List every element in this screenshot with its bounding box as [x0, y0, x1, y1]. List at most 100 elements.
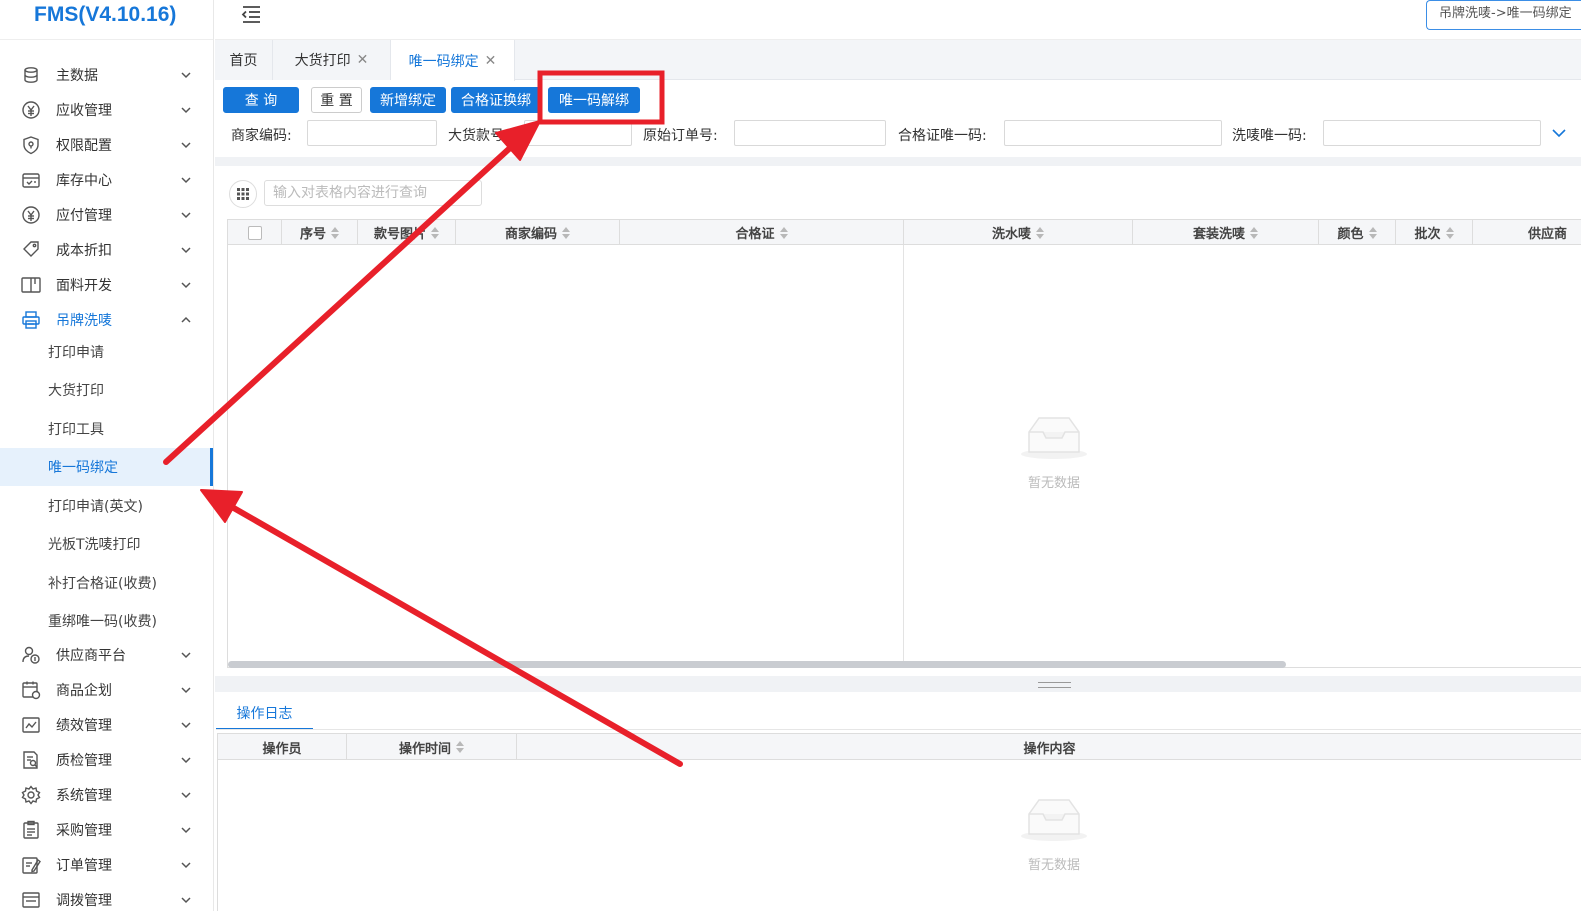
bulk-style-no-input[interactable]	[524, 120, 632, 146]
chevron-down-icon	[178, 67, 194, 83]
reset-button[interactable]: 重 置	[311, 87, 362, 113]
cert-rebind-button[interactable]: 合格证换绑	[451, 87, 541, 113]
wash-label-unique-code-input[interactable]	[1323, 120, 1541, 146]
chevron-down-icon	[178, 787, 194, 803]
sidebar-item[interactable]: 成本折扣	[0, 233, 213, 267]
collapse-menu-icon[interactable]	[239, 2, 263, 26]
tab-bulk-print[interactable]: 大货打印 ✕	[273, 40, 391, 80]
sidebar-item[interactable]: 订单管理	[0, 848, 213, 882]
column-header[interactable]: 操作员	[218, 734, 347, 760]
table-header: 序号 款号图片 商家编码 合格证 洗水唛 套装洗唛 颜色 批次 供应商	[228, 220, 1581, 245]
sidebar-subitem[interactable]: 打印工具	[0, 410, 213, 448]
sidebar-item[interactable]: 权限配置	[0, 128, 213, 162]
column-header[interactable]: 批次	[1396, 220, 1473, 245]
column-header[interactable]: 序号	[282, 220, 358, 245]
sidebar-subitem[interactable]: 大货打印	[0, 371, 213, 409]
unique-code-unbind-button[interactable]: 唯一码解绑	[548, 87, 640, 113]
close-icon[interactable]: ✕	[485, 53, 497, 69]
column-header[interactable]: 款号图片	[358, 220, 456, 245]
sidebar-subitem[interactable]: 重绑唯一码(收费)	[0, 602, 213, 640]
column-header[interactable]: 洗水唛	[904, 220, 1133, 245]
sidebar-item-label: 权限配置	[56, 138, 112, 154]
sidebar-item-label: 库存中心	[56, 173, 112, 189]
sidebar-item[interactable]: 商品企划	[0, 673, 213, 707]
sidebar-item[interactable]: 绩效管理	[0, 708, 213, 742]
select-all-checkbox[interactable]	[228, 220, 282, 245]
chevron-down-icon	[178, 207, 194, 223]
tab-label: 大货打印	[294, 53, 351, 69]
column-header[interactable]: 颜色	[1319, 220, 1396, 245]
shield-icon	[20, 134, 42, 156]
tab-home[interactable]: 首页	[215, 40, 273, 80]
sidebar-item-label: 质检管理	[56, 753, 112, 769]
log-empty-state: 暂无数据	[1004, 796, 1104, 873]
sidebar-item-label: 绩效管理	[56, 718, 112, 734]
panel-divider	[215, 676, 1581, 692]
sidebar-item[interactable]: 系统管理	[0, 778, 213, 812]
section-divider	[215, 157, 1581, 166]
column-header[interactable]: 供应商	[1473, 220, 1581, 245]
chevron-up-icon	[178, 312, 194, 328]
tab-label: 唯一码绑定	[408, 53, 479, 70]
column-header[interactable]: 商家编码	[456, 220, 620, 245]
chevron-down-icon[interactable]	[1550, 124, 1568, 142]
bulk-style-no-label: 大货款号:	[448, 128, 509, 144]
tab-operation-log[interactable]: 操作日志	[216, 698, 313, 730]
column-header[interactable]: 操作时间	[347, 734, 517, 760]
app-logo-title: FMS(V4.10.16)	[0, 0, 213, 40]
chevron-down-icon	[178, 277, 194, 293]
sidebar-subitem[interactable]: 光板T洗唛打印	[0, 525, 213, 563]
sidebar-item[interactable]: 质检管理	[0, 743, 213, 777]
sidebar-item-label: 供应商平台	[56, 648, 126, 664]
sidebar-item[interactable]: 面料开发	[0, 268, 213, 302]
sidebar-item[interactable]: 采购管理	[0, 813, 213, 847]
chevron-down-icon	[178, 172, 194, 188]
sidebar-item-label: 调拨管理	[56, 893, 112, 909]
sidebar-subitem[interactable]: 补打合格证(收费)	[0, 564, 213, 602]
chevron-down-icon	[178, 752, 194, 768]
grid-menu-icon[interactable]	[229, 180, 257, 208]
horizontal-scrollbar[interactable]	[228, 661, 1286, 668]
query-button[interactable]: 查 询	[223, 87, 299, 113]
sidebar-item[interactable]: 吊牌洗唛	[0, 303, 213, 337]
sidebar-item-label: 主数据	[56, 68, 98, 84]
column-header[interactable]: 合格证	[620, 220, 904, 245]
sidebar-item[interactable]: 主数据	[0, 58, 213, 92]
sidebar-item[interactable]: 库存中心	[0, 163, 213, 197]
merchant-code-input[interactable]	[307, 120, 437, 146]
column-header[interactable]: 套装洗唛	[1133, 220, 1319, 245]
sidebar-subitem[interactable]: 打印申请	[0, 333, 213, 371]
column-header[interactable]: 操作内容	[517, 734, 1581, 760]
gear-icon	[20, 784, 42, 806]
breadcrumb: 吊牌洗唛->唯一码绑定	[1426, 0, 1581, 30]
sidebar-item[interactable]: 调拨管理	[0, 883, 213, 911]
tab-underline	[216, 729, 1581, 730]
cert-unique-code-input[interactable]	[1004, 120, 1222, 146]
sidebar-item[interactable]: 供应商平台	[0, 638, 213, 672]
sidebar-subitem-active[interactable]: 唯一码绑定	[0, 448, 213, 486]
edit-icon	[20, 854, 42, 876]
sidebar-subitem[interactable]: 打印申请(英文)	[0, 487, 213, 525]
sidebar-item-label: 系统管理	[56, 788, 112, 804]
document-search-icon	[20, 749, 42, 771]
calendar-icon	[20, 169, 42, 191]
sidebar-item[interactable]: 应付管理	[0, 198, 213, 232]
merchant-code-label: 商家编码:	[231, 128, 292, 144]
empty-text: 暂无数据	[1027, 476, 1080, 491]
resize-handle[interactable]	[1038, 682, 1071, 688]
chart-icon	[20, 714, 42, 736]
tab-label: 首页	[229, 53, 258, 69]
empty-box-icon	[1021, 799, 1087, 841]
add-binding-button[interactable]: 新增绑定	[370, 87, 446, 113]
sidebar-item-label: 应收管理	[56, 103, 112, 119]
table-search-input[interactable]: 输入对表格内容进行查询	[264, 180, 482, 206]
original-order-no-input[interactable]	[734, 120, 886, 146]
tag-icon	[20, 239, 42, 261]
sidebar-item[interactable]: 应收管理	[0, 93, 213, 127]
chevron-down-icon	[178, 717, 194, 733]
page-tabs: 首页 大货打印 ✕ 唯一码绑定 ✕	[215, 40, 1581, 81]
transfer-icon	[20, 889, 42, 911]
close-icon[interactable]: ✕	[357, 52, 369, 68]
tab-unique-code-binding[interactable]: 唯一码绑定 ✕	[391, 40, 515, 81]
cert-unique-code-label: 合格证唯一码:	[898, 128, 987, 144]
